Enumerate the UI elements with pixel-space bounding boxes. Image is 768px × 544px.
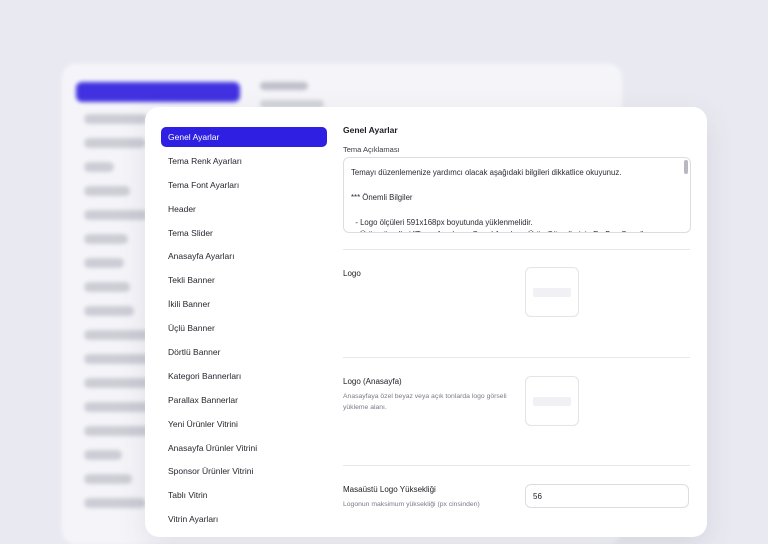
sidebar-item-tema-renk-ayarlari[interactable]: Tema Renk Ayarları xyxy=(161,151,327,171)
background-item xyxy=(84,258,124,268)
desktop-logo-height-label: Masaüstü Logo Yüksekliği xyxy=(343,485,436,494)
theme-description-text: Temayı düzenlemenize yardımcı olacak aşa… xyxy=(351,168,643,232)
sidebar-item-yeni-urunler-vitrini[interactable]: Yeni Ürünler Vitrini xyxy=(161,414,327,434)
sidebar-item-dortlu-banner[interactable]: Dörtlü Banner xyxy=(161,342,327,362)
background-item xyxy=(84,474,132,484)
background-item xyxy=(84,426,152,436)
sidebar-item-vitrin-ayarlari[interactable]: Vitrin Ayarları xyxy=(161,509,327,529)
divider xyxy=(343,357,690,358)
background-active-item xyxy=(76,82,240,102)
sidebar-item-tema-slider[interactable]: Tema Slider xyxy=(161,223,327,243)
background-item xyxy=(84,186,130,196)
sidebar-item-uclu-banner[interactable]: Üçlü Banner xyxy=(161,318,327,338)
background-item xyxy=(84,450,122,460)
logo-upload[interactable] xyxy=(525,267,579,317)
sidebar-item-ikili-banner[interactable]: İkili Banner xyxy=(161,294,327,314)
sidebar-item-header[interactable]: Header xyxy=(161,199,327,219)
divider xyxy=(343,249,690,250)
background-item xyxy=(84,210,148,220)
background-item xyxy=(84,114,148,124)
logo-label: Logo xyxy=(343,269,361,278)
background-item xyxy=(84,354,152,364)
logo-home-preview xyxy=(533,397,571,406)
sidebar-item-tekli-banner[interactable]: Tekli Banner xyxy=(161,270,327,290)
background-item xyxy=(84,330,150,340)
sidebar-item-sponsor-urunler-vitrini[interactable]: Sponsor Ürünler Vitrini xyxy=(161,461,327,481)
logo-preview xyxy=(533,288,571,297)
logo-home-label: Logo (Anasayfa) xyxy=(343,377,402,386)
settings-sidebar: Genel Ayarlar Tema Renk Ayarları Tema Fo… xyxy=(161,127,327,533)
background-item xyxy=(84,234,128,244)
desktop-logo-height-input[interactable]: 56 xyxy=(525,484,689,508)
settings-card: Genel Ayarlar Tema Renk Ayarları Tema Fo… xyxy=(145,107,707,537)
background-title xyxy=(260,82,308,90)
background-item xyxy=(84,306,134,316)
logo-home-upload[interactable] xyxy=(525,376,579,426)
theme-description-textarea[interactable]: Temayı düzenlemenize yardımcı olacak aşa… xyxy=(343,157,691,233)
sidebar-item-anasayfa-ayarlari[interactable]: Anasayfa Ayarları xyxy=(161,246,327,266)
logo-home-description: Anasayfaya özel beyaz veya açık tonlarda… xyxy=(343,393,507,411)
sidebar-item-kategori-bannerlari[interactable]: Kategori Bannerları xyxy=(161,366,327,386)
background-item xyxy=(84,378,154,388)
textarea-scrollbar[interactable] xyxy=(684,160,688,174)
sidebar-item-anasayfa-urunler-vitrini[interactable]: Anasayfa Ürünler Vitrini xyxy=(161,438,327,458)
page-title: Genel Ayarlar xyxy=(343,125,398,135)
theme-description-label: Tema Açıklaması xyxy=(343,145,400,154)
background-item xyxy=(84,138,146,148)
background-item xyxy=(84,162,114,172)
sidebar-item-parallax-bannerlar[interactable]: Parallax Bannerlar xyxy=(161,390,327,410)
divider xyxy=(343,465,690,466)
desktop-logo-height-description: Logonun maksimum yüksekliği (px cinsinde… xyxy=(343,501,480,508)
sidebar-item-genel-ayarlar[interactable]: Genel Ayarlar xyxy=(161,127,327,147)
background-item xyxy=(84,498,146,508)
sidebar-item-tema-font-ayarlari[interactable]: Tema Font Ayarları xyxy=(161,175,327,195)
background-item xyxy=(84,282,130,292)
sidebar-item-tabli-vitrin[interactable]: Tablı Vitrin xyxy=(161,485,327,505)
